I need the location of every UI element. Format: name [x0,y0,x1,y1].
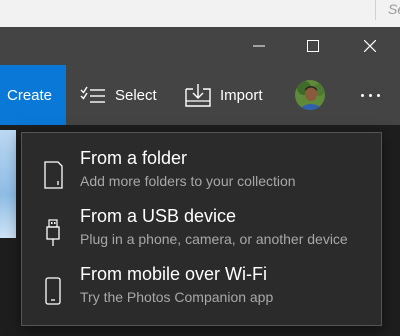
folder-device-icon [42,158,64,192]
import-button[interactable]: Import [185,65,263,125]
select-button[interactable]: Select [80,65,157,125]
select-list-icon [80,86,105,103]
select-label: Select [115,86,157,104]
menu-item-from-usb[interactable]: From a USB device Plug in a phone, camer… [22,206,381,264]
background-divider [375,0,376,20]
background-search-peek: Se [388,1,400,17]
maximize-button[interactable] [285,27,341,65]
more-dot-icon [376,93,380,97]
import-icon [185,84,211,107]
close-icon [364,40,376,52]
menu-item-from-folder[interactable]: From a folder Add more folders to your c… [22,148,381,206]
close-button[interactable] [342,27,398,65]
usb-icon [42,216,64,250]
menu-item-subtitle: Add more folders to your collection [80,173,296,189]
create-button[interactable]: Create [0,65,66,125]
minimize-icon [253,45,265,47]
phone-icon [42,274,64,308]
maximize-icon [307,40,319,52]
import-label: Import [220,86,263,104]
more-dot-icon [368,93,372,97]
menu-item-title: From mobile over Wi-Fi [80,264,268,284]
menu-item-title: From a USB device [80,206,237,226]
menu-item-title: From a folder [80,148,188,168]
more-options-button[interactable] [352,65,388,125]
minimize-button[interactable] [231,27,287,65]
menu-item-subtitle: Try the Photos Companion app [80,289,274,305]
more-dot-icon [360,93,364,97]
background-window-strip: Se [0,0,400,28]
avatar-image [295,80,325,110]
photo-thumbnail-edge[interactable] [0,130,16,238]
menu-item-subtitle: Plug in a phone, camera, or another devi… [80,231,348,247]
menu-item-from-mobile-wifi[interactable]: From mobile over Wi-Fi Try the Photos Co… [22,264,381,322]
toolbar: Create Select Import [0,65,400,125]
import-dropdown-menu: From a folder Add more folders to your c… [21,132,382,326]
user-avatar[interactable] [295,80,325,110]
title-bar [0,27,400,65]
